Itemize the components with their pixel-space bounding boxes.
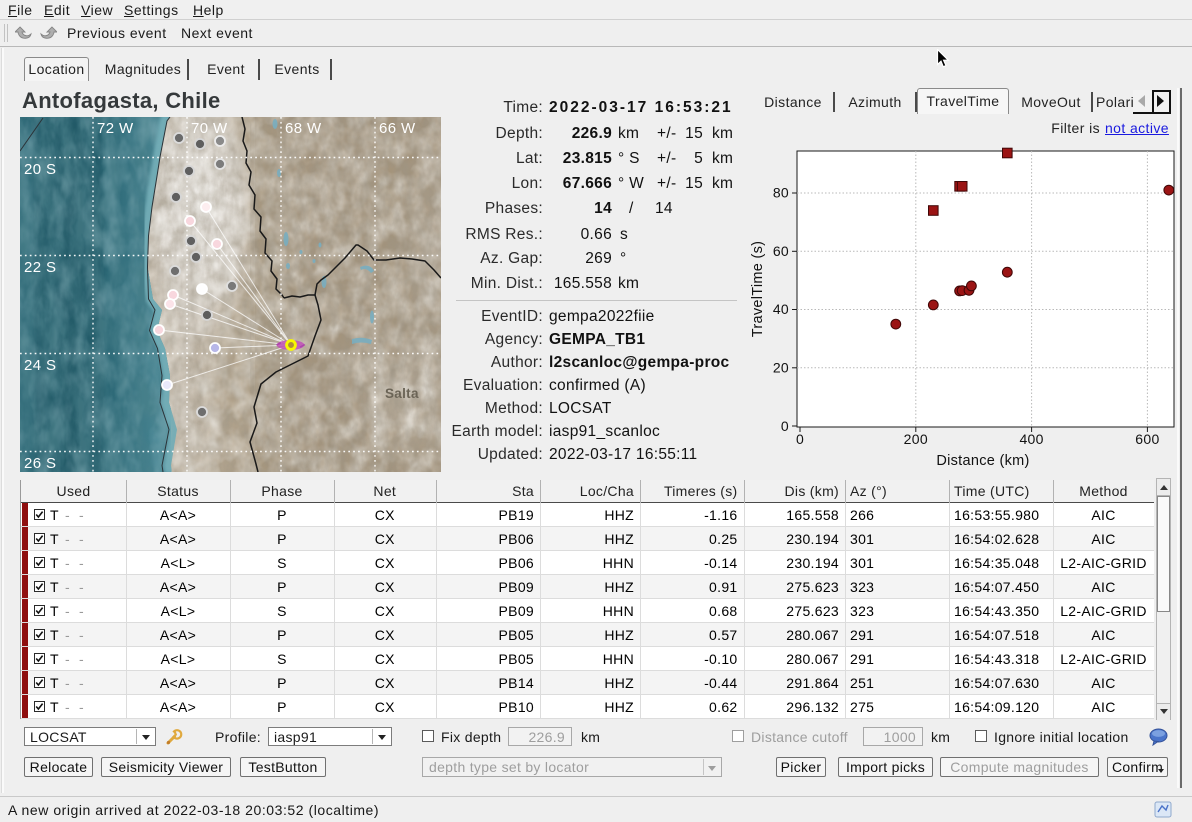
svg-text:20: 20: [773, 360, 789, 376]
svg-text:22 S: 22 S: [24, 259, 56, 276]
svg-text:0: 0: [781, 418, 789, 434]
svg-text:24 S: 24 S: [24, 357, 56, 374]
svg-text:80: 80: [773, 185, 789, 201]
svg-text:20 S: 20 S: [24, 161, 56, 178]
svg-text:60: 60: [773, 243, 789, 259]
svg-text:600: 600: [1135, 431, 1159, 447]
svg-text:26 S: 26 S: [24, 455, 56, 472]
svg-text:400: 400: [1019, 431, 1043, 447]
svg-text:TravelTime (s): TravelTime (s): [750, 241, 766, 338]
svg-text:0: 0: [796, 431, 804, 447]
svg-text:Distance (km): Distance (km): [936, 453, 1029, 469]
svg-text:70 W: 70 W: [191, 120, 228, 137]
svg-text:72 W: 72 W: [97, 120, 134, 137]
svg-text:40: 40: [773, 301, 789, 317]
svg-text:200: 200: [904, 431, 928, 447]
